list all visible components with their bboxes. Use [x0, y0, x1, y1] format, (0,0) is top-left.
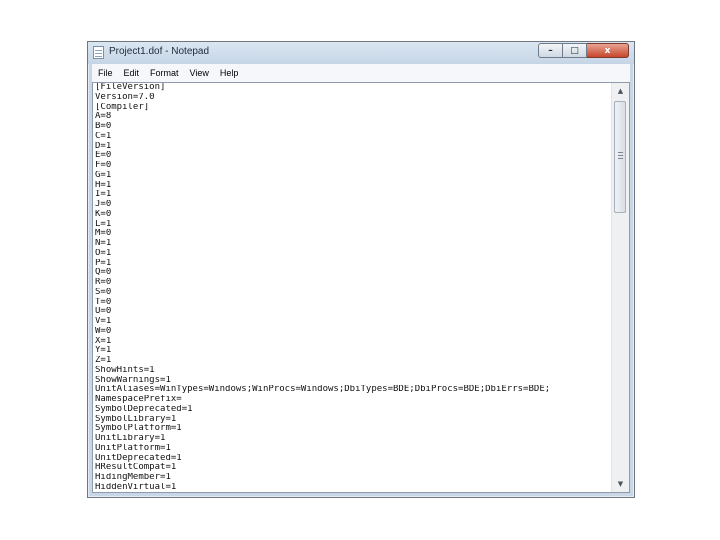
vertical-scrollbar[interactable]: ▲ ▼ — [611, 83, 629, 492]
window-title: Project1.dof - Notepad — [109, 46, 210, 57]
text-line: X=1 — [95, 336, 112, 346]
text-line: U=0 — [95, 307, 112, 317]
maximize-button[interactable]: □ — [563, 43, 587, 58]
text-line: [FileVersion] — [95, 83, 166, 92]
text-line: ShowHints=1 — [95, 365, 155, 375]
text-line: Q=0 — [95, 268, 112, 278]
text-line: M=0 — [95, 229, 112, 239]
grip-icon — [618, 152, 623, 159]
text-line: K=0 — [95, 209, 112, 219]
text-line: HidingMember=1 — [95, 473, 171, 482]
text-line: Y=1 — [95, 346, 112, 356]
text-line: Z=1 — [95, 356, 112, 365]
menu-view[interactable]: View — [189, 67, 210, 79]
text-line: S=0 — [95, 287, 112, 297]
menu-help[interactable]: Help — [219, 67, 240, 79]
menu-edit[interactable]: Edit — [123, 67, 141, 79]
text-line: SymbolPlatform=1 — [95, 424, 182, 434]
close-button[interactable]: x — [587, 43, 629, 58]
scroll-thumb[interactable] — [614, 101, 626, 213]
scroll-up-icon[interactable]: ▲ — [612, 83, 629, 99]
text-line: T=0 — [95, 297, 112, 307]
text-line: UnitLibrary=1 — [95, 434, 166, 443]
text-line: W=0 — [95, 326, 112, 336]
text-line: B=0 — [95, 122, 112, 131]
text-line: G=1 — [95, 170, 112, 180]
text-line: UnitDeprecated=1 — [95, 453, 182, 463]
text-line: UnitPlatform=1 — [95, 443, 171, 453]
text-line: H=1 — [95, 180, 112, 190]
text-line: HResultCompat=1 — [95, 463, 177, 473]
text-line: C=1 — [95, 131, 112, 141]
text-line: L=1 — [95, 219, 112, 229]
menu-format[interactable]: Format — [149, 67, 180, 79]
notepad-window: Project1.dof - Notepad – □ x File Edit F… — [87, 41, 635, 498]
text-line: ShowWarnings=1 — [95, 375, 171, 385]
text-line: NamespacePrefix= — [95, 395, 182, 404]
text-line: I=1 — [95, 190, 112, 200]
text-line: J=0 — [95, 200, 112, 209]
text-line: N=1 — [95, 239, 112, 248]
menu-bar: File Edit Format View Help — [92, 64, 630, 82]
text-line: F=0 — [95, 161, 112, 170]
text-line: Version=7.0 — [95, 92, 155, 102]
text-line: V=1 — [95, 317, 112, 326]
text-line: SymbolDeprecated=1 — [95, 404, 193, 414]
text-line: P=1 — [95, 258, 112, 268]
text-line: R=0 — [95, 278, 112, 287]
text-content[interactable]: [FileVersion] Version=7.0 [Compiler] A=8 B=0… — [95, 83, 611, 492]
text-line: D=1 — [95, 141, 112, 151]
window-controls: – □ x — [538, 43, 629, 59]
text-line: E=0 — [95, 151, 112, 161]
notepad-icon — [93, 46, 104, 59]
text-line: [Compiler] — [95, 102, 150, 112]
text-line: UnitAliases=WinTypes=Windows;WinProcs=Wi… — [95, 385, 551, 395]
text-line: A=8 — [95, 112, 112, 122]
title-bar[interactable]: Project1.dof - Notepad – □ x — [88, 42, 634, 64]
text-line: O=1 — [95, 248, 112, 258]
minimize-button[interactable]: – — [538, 43, 563, 58]
text-line: SymbolLibrary=1 — [95, 414, 177, 424]
text-editor[interactable]: [FileVersion] Version=7.0 [Compiler] A=8 B=0… — [92, 82, 630, 493]
menu-file[interactable]: File — [97, 67, 114, 79]
text-line: HiddenVirtual=1 — [95, 482, 177, 492]
scroll-down-icon[interactable]: ▼ — [612, 476, 629, 492]
